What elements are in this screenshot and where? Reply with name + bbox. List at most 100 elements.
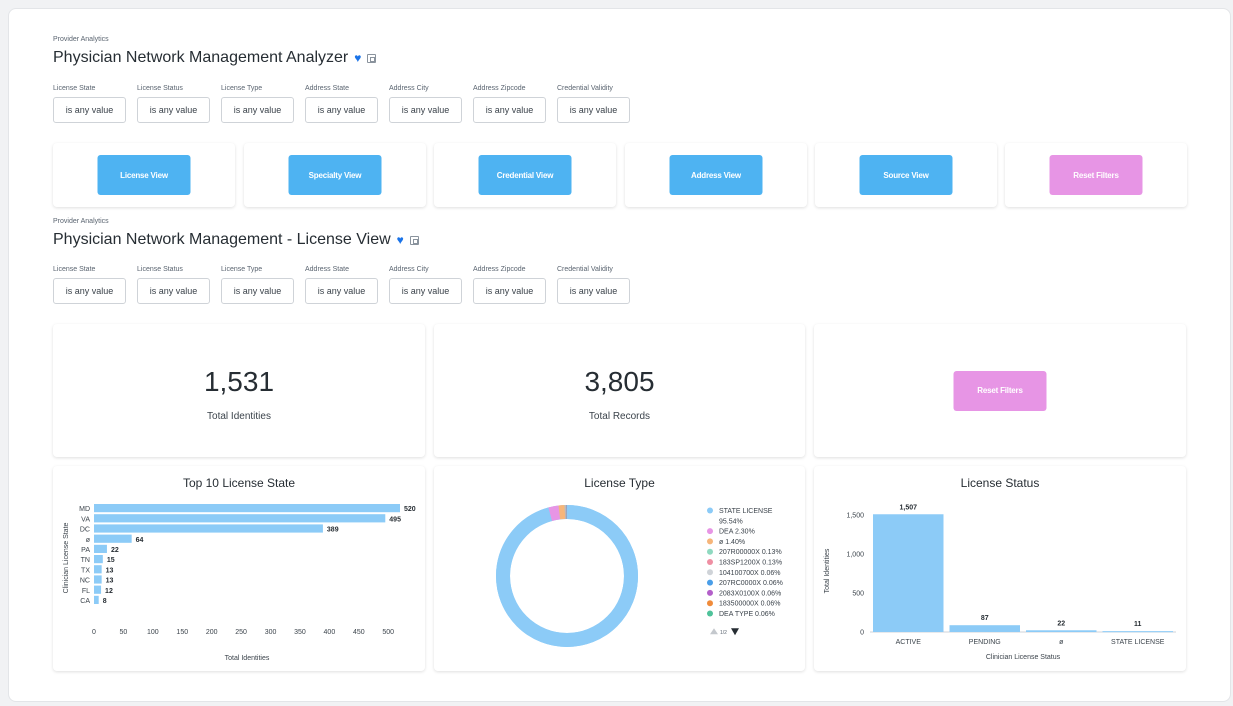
data-label: 520 (404, 506, 416, 513)
heart-icon[interactable]: ♥ (397, 233, 404, 247)
y-tick-label: TX (81, 567, 90, 574)
data-label: 11 (1134, 621, 1142, 628)
legend-swatch (707, 507, 713, 514)
filter-input[interactable]: is any value (137, 97, 210, 123)
y-tick-label: PA (81, 547, 90, 554)
legend-label: 207RC0000X 0.06% (719, 580, 783, 587)
data-label: 87 (981, 615, 989, 622)
data-label: 22 (111, 547, 119, 554)
filter-input[interactable]: is any value (53, 97, 126, 123)
legend-swatch (707, 538, 713, 545)
filter-input[interactable]: is any value (53, 278, 126, 304)
filter-input[interactable]: is any value (389, 97, 462, 123)
filter-label: Credential Validity (557, 85, 613, 92)
x-tick-label: 0 (92, 629, 96, 636)
license-state-chart: MD 520 VA 495 DC 389 ø 64 PA 22 TN 15 TX 13 NC 13 FL 12 CA… (63, 504, 416, 662)
copy-icon[interactable] (367, 53, 377, 63)
filter-label: License State (53, 266, 96, 273)
filter-license-state: License State is any value (53, 85, 126, 123)
filter-input[interactable]: is any value (137, 278, 210, 304)
filter-license-status: License Status is any value (137, 266, 210, 304)
filter-label: License Status (137, 266, 183, 273)
legend-label: 207R00000X 0.13% (719, 549, 782, 556)
x-tick-label: ACTIVE (896, 639, 922, 646)
data-label: 12 (105, 588, 113, 595)
filter-license-type: License Type is any value (221, 266, 294, 304)
data-label: 13 (106, 567, 114, 574)
x-tick-label: 400 (324, 629, 336, 636)
filter-input[interactable]: is any value (221, 97, 294, 123)
bar (94, 544, 107, 553)
chart-card-license-state: Top 10 License State MD 520 VA 495 DC 389 ø 64 P… (53, 466, 425, 671)
filter-label: License Status (137, 85, 183, 92)
address-view-button[interactable]: Address View (669, 155, 763, 195)
legend-swatch (707, 589, 713, 596)
filter-label: License State (53, 85, 96, 92)
license-view-button[interactable]: License View (97, 155, 191, 195)
filter-input[interactable]: is any value (473, 97, 546, 123)
x-tick-label: ø (1059, 639, 1064, 646)
bar (94, 555, 103, 564)
specialty-view-button[interactable]: Specialty View (288, 155, 382, 195)
reset-filters-button[interactable]: Reset Filters (1049, 155, 1143, 195)
x-axis-label: Clinician License Status (986, 654, 1061, 661)
kpi-card-total-identities: 1,531 Total Identities (53, 324, 425, 457)
kpi-value: 3,805 (584, 366, 655, 397)
filter-input[interactable]: is any value (389, 278, 462, 304)
y-axis-label: Clinician License State (63, 522, 70, 593)
bar (94, 534, 132, 543)
data-label: 1,507 (899, 504, 917, 511)
license-status-chart: 0 500 1,000 1,500 1,507 ACTIVE 87 PENDING 22 ø 11 S… (824, 504, 1176, 661)
x-tick-label: 50 (120, 629, 128, 636)
filter-license-state: License State is any value (53, 266, 126, 304)
filter-input[interactable]: is any value (557, 278, 630, 304)
filter-input[interactable]: is any value (557, 97, 630, 123)
bar (1026, 630, 1097, 632)
legend-swatch (707, 548, 713, 555)
bar (949, 625, 1020, 632)
y-tick-label: 1,500 (846, 512, 864, 519)
x-tick-label: 450 (353, 629, 365, 636)
data-label: 8 (103, 598, 107, 605)
bar (94, 595, 99, 604)
filter-label: Credential Validity (557, 266, 613, 273)
license-type-chart: STATE LICENSE 95.54% DEA 2.30% ø 1.40% 207R0… (496, 505, 783, 647)
filter-input[interactable]: is any value (473, 278, 546, 304)
legend-label: STATE LICENSE (719, 508, 773, 515)
filter-input[interactable]: is any value (221, 278, 294, 304)
legend-swatch (707, 559, 713, 565)
x-tick-label: 300 (265, 629, 277, 636)
bar (94, 575, 102, 584)
y-tick-label: 1,000 (846, 551, 864, 558)
reset-filters-card: Reset Filters (814, 324, 1186, 457)
bar (873, 514, 944, 632)
nav-button-card: Credential View (434, 143, 616, 207)
dashboard-title-text: Physician Network Management Analyzer (53, 49, 349, 66)
legend-swatch (707, 569, 713, 576)
reset-filters-button[interactable]: Reset Filters (953, 370, 1047, 411)
source-view-button[interactable]: Source View (859, 155, 953, 195)
data-label: 22 (1057, 620, 1065, 627)
dashboard-title-text: Physician Network Management - License V… (53, 231, 391, 248)
dashboard-title: Physician Network Management Analyzer ♥ (53, 49, 377, 67)
y-tick-label: ø (86, 537, 91, 544)
section-label: Provider Analytics (53, 36, 109, 43)
filter-bar: License State is any value License Status i… (53, 85, 630, 123)
nav-button-card: License View (53, 143, 235, 207)
filter-address-city: Address City is any value (389, 85, 462, 123)
credential-view-button[interactable]: Credential View (478, 155, 572, 195)
legend-swatch (707, 528, 713, 535)
filter-input[interactable]: is any value (305, 278, 378, 304)
heart-icon[interactable]: ♥ (354, 51, 361, 65)
legend-label: DEA TYPE 0.06% (719, 611, 775, 618)
x-tick-label: 250 (235, 629, 247, 636)
copy-icon[interactable] (409, 235, 419, 245)
filter-credential-validity: Credential Validity is any value (557, 266, 630, 304)
legend-swatch (707, 600, 713, 607)
triangle-down-icon (731, 628, 739, 636)
filter-license-type: License Type is any value (221, 85, 294, 123)
filter-input[interactable]: is any value (305, 97, 378, 123)
nav-button-card: Reset Filters (1005, 143, 1187, 207)
legend-label: 2083X0100X 0.06% (719, 590, 781, 597)
legend-label: 183SP1200X 0.13% (719, 560, 782, 567)
